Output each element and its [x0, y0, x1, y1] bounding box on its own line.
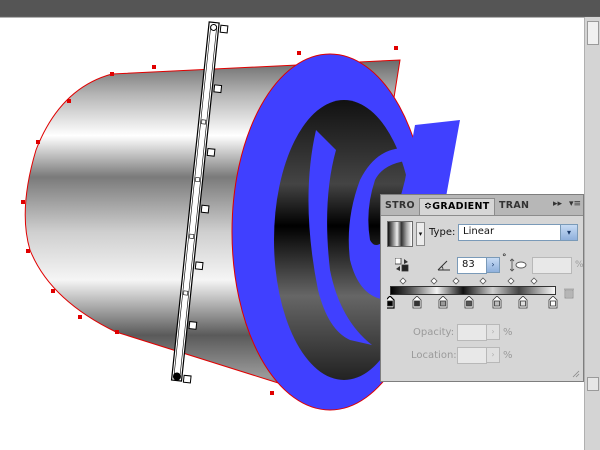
opacity-unit: %: [503, 327, 513, 338]
midpoint-diamond: [452, 277, 460, 285]
midpoint-diamond: [530, 277, 538, 285]
location-input[interactable]: [457, 347, 487, 364]
panel-expand-icon[interactable]: ▸▸: [553, 199, 562, 209]
location-label: Location:: [411, 350, 457, 361]
color-stop: [438, 296, 448, 309]
midpoint-diamond: [507, 277, 515, 285]
vertical-scrollbar[interactable]: [584, 17, 600, 450]
scroll-down-button[interactable]: [587, 377, 599, 391]
aspect-ratio-icon: [510, 258, 527, 272]
panel-resize-grip-icon[interactable]: [572, 370, 580, 378]
opacity-dropdown-button[interactable]: ›: [486, 324, 500, 340]
tab-transparency[interactable]: TRAN: [499, 198, 535, 214]
opacity-label: Opacity:: [413, 327, 455, 338]
gradient-color-stops[interactable]: [387, 296, 563, 310]
type-label: Type:: [429, 227, 456, 238]
angle-input[interactable]: 83: [457, 257, 487, 274]
reverse-gradient-icon[interactable]: [395, 258, 409, 272]
midpoint-diamond: [479, 277, 487, 285]
tab-stroke[interactable]: STRO: [385, 198, 419, 214]
panel-tabbar: STRO ≎GRADIENT TRAN ▸▸ ▾≡: [381, 195, 583, 216]
tab-gradient-label: GRADIENT: [432, 201, 490, 212]
angle-value: 83: [462, 259, 475, 270]
midpoint-diamond: [399, 277, 407, 285]
aspect-unit: %: [575, 260, 584, 270]
delete-stop-icon[interactable]: [563, 287, 575, 299]
angle-icon: [437, 260, 450, 271]
color-stop: [492, 296, 502, 309]
type-dropdown-icon[interactable]: ▾: [560, 225, 577, 240]
location-dropdown-button[interactable]: ›: [486, 347, 500, 363]
degree-symbol: °: [502, 253, 507, 263]
aspect-ratio-input[interactable]: [532, 257, 572, 274]
gradient-panel: STRO ≎GRADIENT TRAN ▸▸ ▾≡ ▾ Type: Linear…: [380, 194, 584, 382]
color-stop: [518, 296, 528, 309]
angle-dropdown-button[interactable]: ›: [486, 257, 500, 273]
tab-gradient[interactable]: ≎GRADIENT: [419, 198, 495, 215]
type-value: Linear: [463, 226, 495, 237]
scrollbar-thumb[interactable]: [587, 21, 599, 45]
opacity-input[interactable]: [457, 324, 487, 341]
panel-menu-icon[interactable]: ▾≡: [569, 199, 581, 209]
color-stop: [412, 296, 422, 309]
midpoint-diamond: [430, 277, 438, 285]
color-stop: [464, 296, 474, 309]
gradient-slider[interactable]: [390, 286, 556, 295]
location-unit: %: [503, 350, 513, 361]
type-select[interactable]: Linear ▾: [458, 224, 578, 241]
color-stop: [548, 296, 558, 309]
color-stop: [387, 296, 395, 309]
gradient-swatch-dropdown[interactable]: ▾: [416, 222, 425, 246]
gradient-swatch-icon[interactable]: [387, 221, 413, 247]
